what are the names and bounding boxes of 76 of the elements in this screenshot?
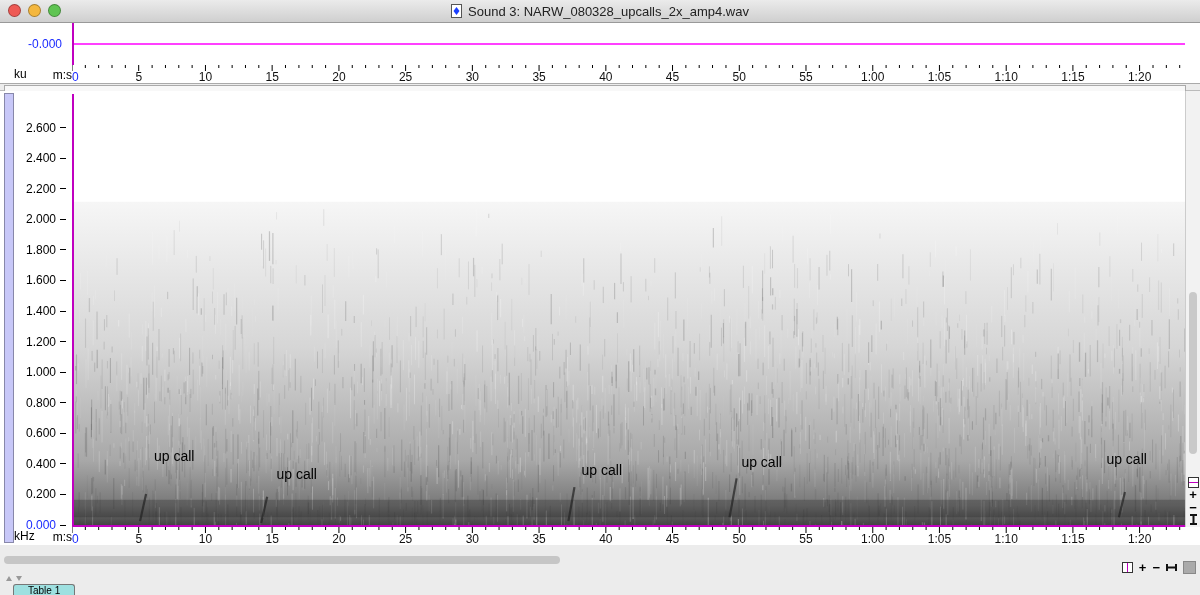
time-tick-label: 1:00 xyxy=(861,532,885,546)
document-icon xyxy=(451,4,463,18)
time-tick-label: 35 xyxy=(532,532,546,546)
time-tick-label: 1:20 xyxy=(1127,70,1152,84)
frequency-tick-label: 2.400 xyxy=(25,151,56,166)
unit-label: kHz xyxy=(14,529,35,543)
time-tick-label: 10 xyxy=(198,532,213,546)
time-tick-label: 1:15 xyxy=(1061,70,1085,84)
time-tick-label: 1:05 xyxy=(927,70,952,84)
frequency-tick-label: 2.600 xyxy=(25,120,56,135)
time-tick-label: 0 xyxy=(72,532,79,546)
zoom-button[interactable] xyxy=(48,4,61,17)
i-beam-icon[interactable] xyxy=(1188,514,1198,525)
time-tick-label: 1:00 xyxy=(861,70,885,84)
sheet-tab[interactable]: Table 1 xyxy=(13,584,76,595)
unit-label: ku xyxy=(14,67,27,81)
time-tick-label: 1:05 xyxy=(927,532,952,546)
frequency-tick-label: 1.400 xyxy=(25,304,56,318)
time-tick-label: 55 xyxy=(799,70,813,84)
time-tick-label: 40 xyxy=(599,532,613,546)
amplitude-label: -0.000 xyxy=(27,37,63,51)
sort-arrows-icon[interactable] xyxy=(5,575,25,582)
time-unit-label: m:s xyxy=(52,68,72,82)
time-tick-label: 25 xyxy=(398,70,413,84)
zoom-out-button[interactable]: − xyxy=(1189,501,1197,514)
time-tick-label: 20 xyxy=(332,70,346,84)
time-tick-label: 30 xyxy=(465,70,480,84)
frequency-tick-label: 2.000 xyxy=(25,212,56,227)
time-tick-label: 50 xyxy=(732,532,746,546)
horizontal-scrollbar[interactable] xyxy=(4,556,560,564)
time-tick-label: 25 xyxy=(398,532,413,546)
frequency-tick-label: 0.400 xyxy=(25,456,56,471)
frequency-tick-label: 1.200 xyxy=(25,334,56,349)
annotation-label: up call xyxy=(581,461,622,478)
minimize-button[interactable] xyxy=(28,4,41,17)
resize-square-icon xyxy=(1183,560,1196,574)
fit-height-icon[interactable] xyxy=(1187,477,1199,488)
frequency-tick-label: 1.600 xyxy=(25,273,56,288)
frequency-tick-label: 0.200 xyxy=(25,487,56,502)
time-tick-label: 15 xyxy=(265,532,279,546)
frequency-tick-label: 0.000 xyxy=(25,518,56,532)
time-tick-label: 10 xyxy=(198,70,213,84)
time-tick-label: 5 xyxy=(135,532,143,546)
time-unit-label: m:s xyxy=(52,530,72,544)
close-button[interactable] xyxy=(8,4,21,17)
time-tick-label: 45 xyxy=(665,70,680,84)
h-beam-icon[interactable] xyxy=(1166,562,1177,572)
scroll-thumb[interactable] xyxy=(1189,291,1197,454)
frequency-tick-label: 0.800 xyxy=(25,395,56,410)
annotation-label: up call xyxy=(741,454,782,470)
time-tick-label: 5 xyxy=(135,70,143,84)
annotation-label: up call xyxy=(153,447,195,464)
annotation-label: up call xyxy=(276,466,317,483)
frequency-tick-label: 1.800 xyxy=(25,242,56,257)
time-tick-label: 55 xyxy=(799,532,813,546)
time-tick-label: 1:15 xyxy=(1061,532,1085,546)
zoom-in-button[interactable]: + xyxy=(1138,560,1147,574)
window-title: Sound 3: NARW_080328_upcalls_2x_amp4.wav xyxy=(468,3,749,19)
frequency-tick-label: 0.600 xyxy=(25,426,56,441)
time-tick-label: 45 xyxy=(665,532,680,546)
frequency-tick-label: 2.200 xyxy=(25,181,56,196)
time-tick-label: 40 xyxy=(599,70,613,84)
time-tick-label: 35 xyxy=(532,70,546,84)
annotation-label: up call xyxy=(1106,450,1147,467)
zoom-in-button[interactable]: + xyxy=(1189,488,1197,501)
frequency-tick-label: 1.000 xyxy=(25,365,56,380)
time-tick-label: 1:10 xyxy=(994,532,1018,546)
time-tick-label: 50 xyxy=(732,70,746,84)
zoom-out-button[interactable]: − xyxy=(1152,560,1160,574)
time-tick-label: 20 xyxy=(332,532,346,546)
time-tick-label: 15 xyxy=(265,70,279,84)
time-tick-label: 30 xyxy=(465,532,480,546)
time-tick-label: 1:10 xyxy=(994,70,1018,84)
time-tick-label: 0 xyxy=(72,70,79,84)
fit-width-icon[interactable] xyxy=(1121,561,1133,573)
time-tick-label: 1:20 xyxy=(1127,532,1152,546)
